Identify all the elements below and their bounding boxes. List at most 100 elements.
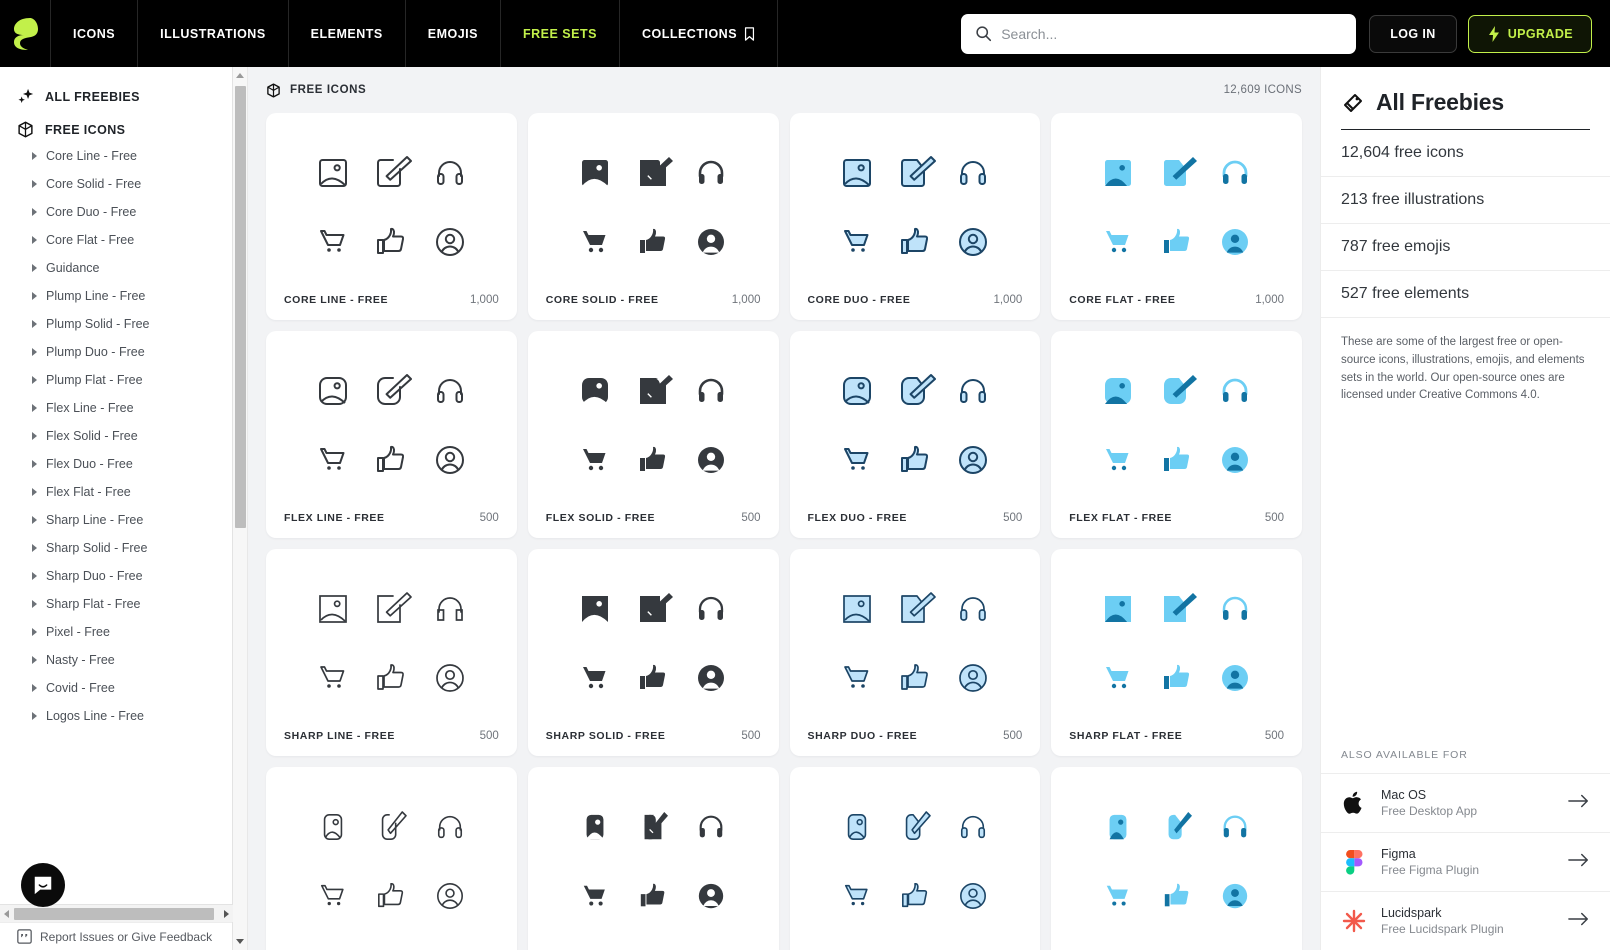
caret-right-icon[interactable] <box>32 404 37 412</box>
caret-right-icon[interactable] <box>32 712 37 720</box>
caret-right-icon[interactable] <box>32 348 37 356</box>
icon-set-card[interactable] <box>789 767 1041 950</box>
streamline-logo[interactable] <box>0 0 51 67</box>
sidebar-item-core-solid-free[interactable]: Core Solid - Free <box>0 170 247 198</box>
sidebar-item-sharp-flat-free[interactable]: Sharp Flat - Free <box>0 590 247 618</box>
arrow-right-icon[interactable] <box>1568 912 1590 931</box>
caret-right-icon[interactable] <box>32 572 37 580</box>
platform-row-lucidspark[interactable]: Lucidspark Free Lucidspark Plugin <box>1321 891 1610 950</box>
icon-set-card[interactable]: FLEX FLAT - FREE 500 <box>1051 331 1302 538</box>
caret-right-icon[interactable] <box>32 208 37 216</box>
icon-set-card[interactable]: CORE LINE - FREE 1,000 <box>266 113 517 320</box>
nav-item-elements[interactable]: ELEMENTS <box>289 0 406 67</box>
platform-text: Figma Free Figma Plugin <box>1381 847 1479 877</box>
sidebar-item-label: Plump Flat - Free <box>46 373 143 387</box>
caret-right-icon[interactable] <box>32 264 37 272</box>
sidebar-item-flex-solid-free[interactable]: Flex Solid - Free <box>0 422 247 450</box>
scroll-up-button[interactable] <box>233 67 247 84</box>
icon-set-card[interactable]: SHARP SOLID - FREE 500 <box>527 549 779 756</box>
sidebar-item-flex-line-free[interactable]: Flex Line - Free <box>0 394 247 422</box>
icon-set-card[interactable]: SHARP DUO - FREE 500 <box>789 549 1041 756</box>
platform-row-figma[interactable]: Figma Free Figma Plugin <box>1321 832 1610 891</box>
sidebar-item-free-icons[interactable]: FREE ICONS <box>0 112 247 142</box>
nav-item-emojis[interactable]: EMOJIS <box>406 0 501 67</box>
caret-right-icon[interactable] <box>32 516 37 524</box>
sidebar-item-sharp-line-free[interactable]: Sharp Line - Free <box>0 506 247 534</box>
icon-set-card[interactable] <box>1051 767 1302 950</box>
icon-set-card[interactable]: FLEX DUO - FREE 500 <box>789 331 1041 538</box>
chat-bubble-icon <box>34 876 52 895</box>
shopping-cart-icon <box>317 226 349 258</box>
search-box[interactable] <box>961 13 1357 54</box>
right-panel-title: All Freebies <box>1376 89 1504 115</box>
sidebar-item-label: Core Line - Free <box>46 149 138 163</box>
sidebar-item-plump-duo-free[interactable]: Plump Duo - Free <box>0 338 247 366</box>
caret-right-icon[interactable] <box>32 292 37 300</box>
icon-set-card[interactable]: SHARP FLAT - FREE 500 <box>1051 549 1302 756</box>
sidebar-item-sharp-duo-free[interactable]: Sharp Duo - Free <box>0 562 247 590</box>
sidebar-item-logos-line-free[interactable]: Logos Line - Free <box>0 702 247 730</box>
icon-set-card[interactable]: CORE FLAT - FREE 1,000 <box>1051 113 1302 320</box>
icon-set-card[interactable]: CORE DUO - FREE 1,000 <box>789 113 1041 320</box>
caret-right-icon[interactable] <box>32 152 37 160</box>
sidebar-horizontal-scrollbar[interactable] <box>0 904 233 922</box>
image-icon <box>579 593 611 625</box>
scrollbar-thumb-horizontal[interactable] <box>14 908 214 920</box>
sidebar-item-core-line-free[interactable]: Core Line - Free <box>0 142 247 170</box>
icon-set-card[interactable] <box>266 767 517 950</box>
sidebar-item-core-duo-free[interactable]: Core Duo - Free <box>0 198 247 226</box>
caret-right-icon[interactable] <box>32 180 37 188</box>
caret-right-icon[interactable] <box>32 432 37 440</box>
sidebar-item-guidance[interactable]: Guidance <box>0 254 247 282</box>
arrow-right-icon[interactable] <box>1568 853 1590 872</box>
caret-right-icon[interactable] <box>32 628 37 636</box>
login-button[interactable]: LOG IN <box>1369 14 1457 53</box>
scrollbar-thumb-vertical[interactable] <box>235 86 246 528</box>
icon-set-card[interactable] <box>527 767 779 950</box>
sidebar-item-covid-free[interactable]: Covid - Free <box>0 674 247 702</box>
icon-set-card[interactable]: SHARP LINE - FREE 500 <box>266 549 517 756</box>
icon-set-card[interactable]: FLEX SOLID - FREE 500 <box>527 331 779 538</box>
sidebar-item-sharp-solid-free[interactable]: Sharp Solid - Free <box>0 534 247 562</box>
sidebar-item-plump-flat-free[interactable]: Plump Flat - Free <box>0 366 247 394</box>
caret-right-icon[interactable] <box>32 236 37 244</box>
sidebar-item-flex-duo-free[interactable]: Flex Duo - Free <box>0 450 247 478</box>
live-chat-button[interactable] <box>21 863 65 907</box>
search-input[interactable] <box>1001 25 1343 42</box>
sidebar-item-all-freebies[interactable]: ALL FREEBIES <box>0 81 247 112</box>
caret-right-icon[interactable] <box>32 460 37 468</box>
caret-right-icon[interactable] <box>32 320 37 328</box>
sidebar-item-nasty-free[interactable]: Nasty - Free <box>0 646 247 674</box>
report-feedback-link[interactable]: Report Issues or Give Feedback <box>0 922 247 950</box>
sidebar-item-flex-flat-free[interactable]: Flex Flat - Free <box>0 478 247 506</box>
icon-set-card[interactable]: CORE SOLID - FREE 1,000 <box>527 113 779 320</box>
sidebar-item-pixel-free[interactable]: Pixel - Free <box>0 618 247 646</box>
platform-row-mac-os[interactable]: Mac OS Free Desktop App <box>1321 773 1610 832</box>
sidebar-item-plump-solid-free[interactable]: Plump Solid - Free <box>0 310 247 338</box>
sidebar-item-core-flat-free[interactable]: Core Flat - Free <box>0 226 247 254</box>
sidebar-all-freebies-label: ALL FREEBIES <box>45 89 140 104</box>
caret-right-icon[interactable] <box>32 656 37 664</box>
scroll-down-button[interactable] <box>233 933 247 950</box>
freebies-stat: 787 free emojis <box>1321 224 1610 271</box>
nav-item-free-sets[interactable]: FREE SETS <box>501 0 620 67</box>
caret-right-icon[interactable] <box>32 376 37 384</box>
icon-set-card[interactable]: FLEX LINE - FREE 500 <box>266 331 517 538</box>
nav-item-collections[interactable]: COLLECTIONS <box>620 0 779 67</box>
caret-right-icon[interactable] <box>32 684 37 692</box>
nav-item-icons[interactable]: ICONS <box>51 0 139 67</box>
caret-right-icon[interactable] <box>32 600 37 608</box>
arrow-right-icon[interactable] <box>1568 794 1590 813</box>
sidebar-item-label: Flex Duo - Free <box>46 457 133 471</box>
caret-right-icon[interactable] <box>32 488 37 496</box>
upgrade-button[interactable]: UPGRADE <box>1467 14 1592 53</box>
nav-item-illustrations[interactable]: ILLUSTRATIONS <box>138 0 289 67</box>
card-footer: CORE FLAT - FREE 1,000 <box>1069 280 1284 320</box>
card-footer: SHARP SOLID - FREE 500 <box>546 716 761 756</box>
card-icon-count: 500 <box>1003 512 1023 524</box>
shopping-cart-icon <box>841 226 873 258</box>
caret-right-icon[interactable] <box>32 544 37 552</box>
sidebar-vertical-scrollbar[interactable] <box>232 67 247 950</box>
edit-pencil-icon <box>899 374 936 407</box>
sidebar-item-plump-line-free[interactable]: Plump Line - Free <box>0 282 247 310</box>
